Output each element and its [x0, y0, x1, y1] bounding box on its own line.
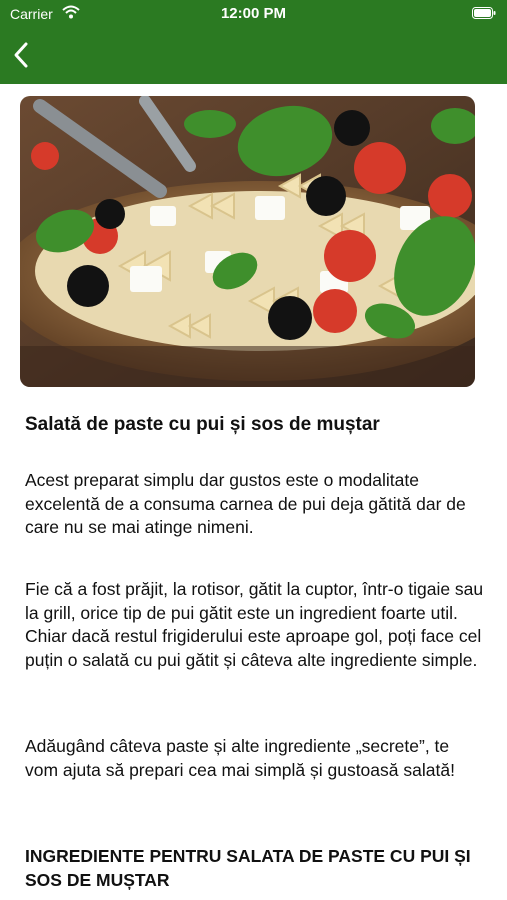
- ingredients-heading: INGREDIENTE PENTRU SALATA DE PASTE CU PU…: [25, 846, 471, 890]
- article-title: Salată de paste cu pui și sos de muștar: [25, 414, 380, 435]
- status-bar: Carrier 12:00 PM: [0, 0, 507, 28]
- article-paragraph: Adăugând câteva paste și alte ingredient…: [25, 736, 455, 780]
- back-button[interactable]: [6, 38, 40, 72]
- hero-image: [20, 96, 475, 387]
- navigation-bar: [0, 28, 507, 84]
- battery-icon: [472, 7, 496, 19]
- chevron-left-icon: [14, 42, 28, 68]
- article-paragraph: Fie că a fost prăjit, la rotisor, gătit …: [25, 579, 484, 670]
- status-time: 12:00 PM: [220, 5, 287, 22]
- article-paragraph: Acest preparat simplu dar gustos este o …: [25, 470, 466, 537]
